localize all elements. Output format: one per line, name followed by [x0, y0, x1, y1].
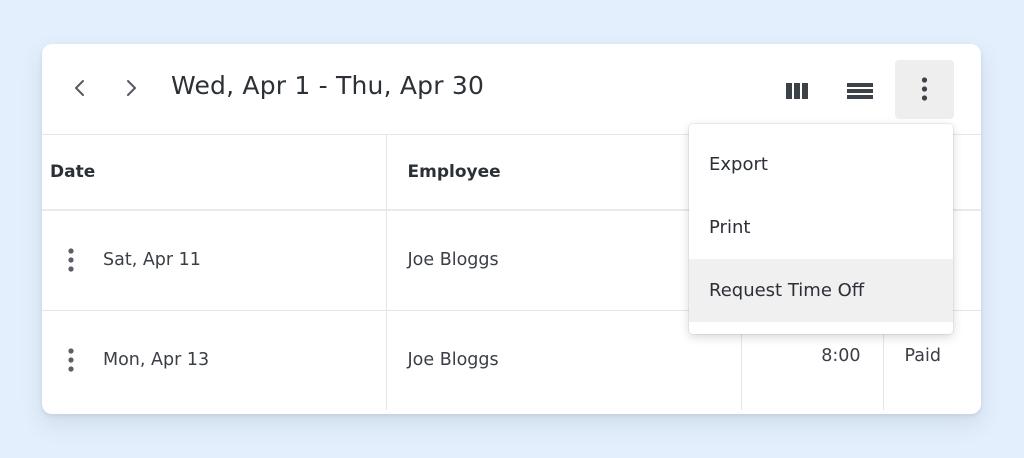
row-employee: Joe Bloggs: [386, 310, 742, 410]
row-date: Sat, Apr 11: [103, 250, 201, 271]
columns-view-icon: [786, 83, 808, 99]
row-actions-button[interactable]: [59, 245, 83, 275]
row-date: Mon, Apr 13: [103, 350, 210, 371]
menu-item-print[interactable]: Print: [689, 196, 953, 259]
columns-view-button[interactable]: [769, 62, 827, 120]
vertical-dots-icon: [68, 348, 74, 372]
menu-item-export[interactable]: Export: [689, 133, 953, 196]
chevron-right-icon: [127, 80, 136, 96]
menu-item-request-time-off[interactable]: Request Time Off: [689, 259, 953, 322]
next-period-button[interactable]: [115, 72, 147, 104]
date-cell: Mon, Apr 13: [42, 310, 387, 410]
chevron-left-icon: [75, 80, 84, 96]
vertical-dots-icon: [921, 77, 928, 101]
rows-view-icon: [847, 83, 873, 99]
date-cell: Sat, Apr 11: [42, 210, 387, 311]
more-options-menu: Export Print Request Time Off: [689, 124, 953, 334]
rows-view-button[interactable]: [831, 62, 889, 120]
column-header-employee[interactable]: Employee: [386, 134, 742, 211]
previous-period-button[interactable]: [64, 72, 96, 104]
column-header-date[interactable]: Date: [42, 134, 387, 211]
row-employee: Joe Bloggs: [386, 210, 742, 311]
row-actions-button[interactable]: [59, 345, 83, 375]
more-options-button[interactable]: [895, 60, 954, 119]
toolbar: Wed, Apr 1 - Thu, Apr 30: [42, 44, 981, 135]
date-range-title: Wed, Apr 1 - Thu, Apr 30: [171, 71, 485, 100]
vertical-dots-icon: [68, 248, 74, 272]
